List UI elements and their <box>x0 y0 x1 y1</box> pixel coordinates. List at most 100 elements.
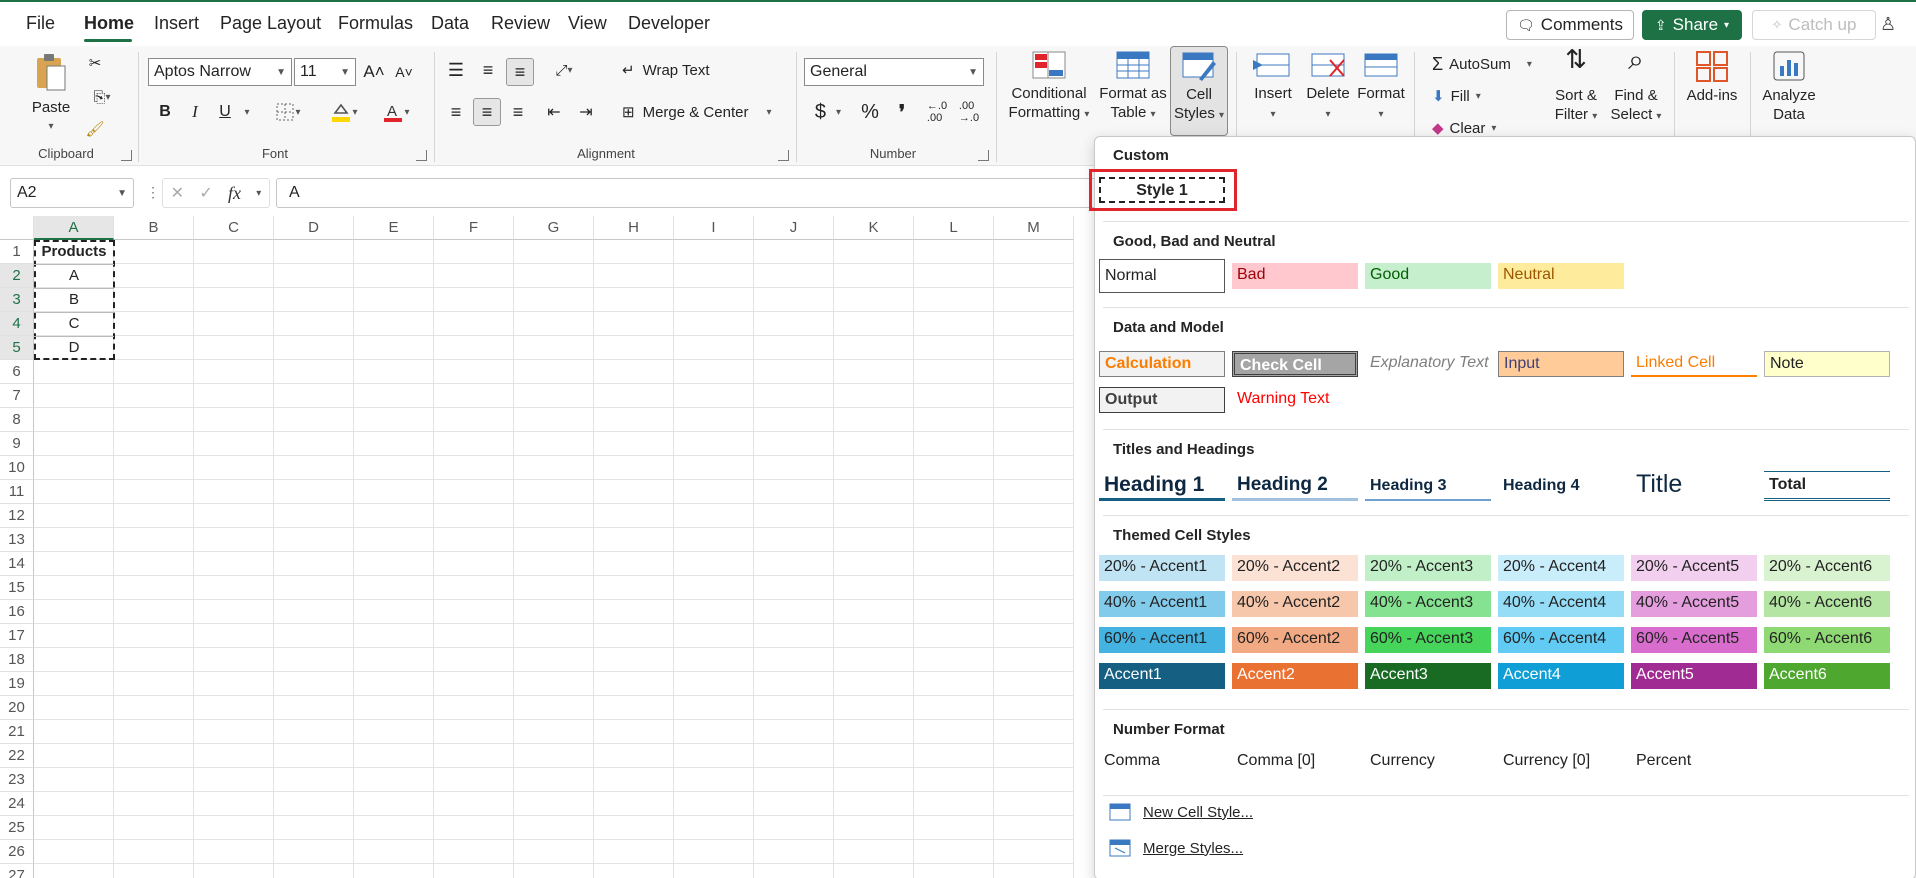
good-style-swatch[interactable]: Good <box>1365 263 1491 289</box>
decrease-font-size-icon[interactable]: A˅ <box>392 58 416 86</box>
catch-up-button[interactable]: ✧ Catch up <box>1752 10 1876 40</box>
insert-cells-button[interactable]: Insert ▾ <box>1248 50 1298 124</box>
tab-file[interactable]: File <box>26 13 55 34</box>
row-header[interactable]: 13 <box>0 528 34 552</box>
find-select-button[interactable]: ⌕ Find & Select ▾ <box>1606 46 1666 126</box>
font-name-combo[interactable]: Aptos Narrow ▼ <box>148 58 292 86</box>
user-icon[interactable]: ♙ <box>1880 14 1896 35</box>
column-header[interactable]: L <box>914 216 994 240</box>
row-header[interactable]: 1 <box>0 240 34 264</box>
percent-style-button[interactable]: % <box>858 98 882 126</box>
themed-style-swatch[interactable]: Accent3 <box>1365 663 1491 689</box>
column-header[interactable]: G <box>514 216 594 240</box>
font-launcher-icon[interactable] <box>416 150 427 161</box>
name-box[interactable]: A2 ▼ <box>10 178 134 208</box>
column-header[interactable]: J <box>754 216 834 240</box>
warning-text-style-swatch[interactable]: Warning Text <box>1232 387 1358 413</box>
themed-style-swatch[interactable]: 20% - Accent4 <box>1498 555 1624 581</box>
row-header[interactable]: 12 <box>0 504 34 528</box>
row-header[interactable]: 18 <box>0 648 34 672</box>
note-style-swatch[interactable]: Note <box>1764 351 1890 377</box>
increase-indent-icon[interactable]: ⇥ <box>574 98 598 126</box>
cell-styles-button[interactable]: Cell Styles ▾ <box>1170 46 1228 136</box>
comma-style-swatch[interactable]: Comma <box>1099 749 1225 775</box>
tab-formulas[interactable]: Formulas <box>338 13 413 34</box>
format-cells-button[interactable]: Format ▾ <box>1356 50 1406 124</box>
tab-insert[interactable]: Insert <box>154 13 199 34</box>
column-header[interactable]: M <box>994 216 1074 240</box>
increase-font-size-icon[interactable]: A˄ <box>362 58 386 86</box>
chevron-down-icon[interactable]: ▾ <box>256 188 261 199</box>
tab-data[interactable]: Data <box>431 13 469 34</box>
merge-styles-menu-item[interactable]: Merge Styles... <box>1109 839 1243 857</box>
currency-style-swatch[interactable]: Currency <box>1365 749 1491 775</box>
row-header[interactable]: 4 <box>0 312 34 336</box>
middle-align-icon[interactable]: ≡ <box>476 58 500 82</box>
themed-style-swatch[interactable]: 20% - Accent6 <box>1764 555 1890 581</box>
row-header[interactable]: 23 <box>0 768 34 792</box>
explanatory-text-style-swatch[interactable]: Explanatory Text <box>1365 351 1491 377</box>
font-size-combo[interactable]: 11 ▼ <box>294 58 356 86</box>
accounting-format-button[interactable]: $ ▾ <box>808 98 848 126</box>
column-header[interactable]: I <box>674 216 754 240</box>
tab-review[interactable]: Review <box>491 13 550 34</box>
column-header[interactable]: D <box>274 216 354 240</box>
themed-style-swatch[interactable]: 60% - Accent2 <box>1232 627 1358 653</box>
align-left-icon[interactable]: ≡ <box>444 98 468 126</box>
themed-style-swatch[interactable]: 20% - Accent2 <box>1232 555 1358 581</box>
title-style-swatch[interactable]: Title <box>1631 471 1757 501</box>
fill-color-icon[interactable]: ▾ <box>322 98 366 126</box>
heading-3-swatch[interactable]: Heading 3 <box>1365 471 1491 501</box>
row-header[interactable]: 22 <box>0 744 34 768</box>
tab-view[interactable]: View <box>568 13 607 34</box>
tab-page-layout[interactable]: Page Layout <box>220 13 321 34</box>
column-header[interactable]: C <box>194 216 274 240</box>
borders-icon[interactable]: ▾ <box>268 98 308 126</box>
bold-button[interactable]: B <box>154 98 176 126</box>
themed-style-swatch[interactable]: 40% - Accent5 <box>1631 591 1757 617</box>
tab-developer[interactable]: Developer <box>628 13 710 34</box>
themed-style-swatch[interactable]: 60% - Accent3 <box>1365 627 1491 653</box>
row-header[interactable]: 3 <box>0 288 34 312</box>
neutral-style-swatch[interactable]: Neutral <box>1498 263 1624 289</box>
comments-button[interactable]: 🗨 Comments <box>1506 10 1634 40</box>
orientation-icon[interactable]: ⤢ ▾ <box>544 58 584 82</box>
alignment-launcher-icon[interactable] <box>778 150 789 161</box>
clipboard-launcher-icon[interactable] <box>121 150 132 161</box>
decrease-indent-icon[interactable]: ⇤ <box>542 98 566 126</box>
increase-decimal-icon[interactable]: ←.0.00 <box>924 98 950 126</box>
heading-2-swatch[interactable]: Heading 2 <box>1232 471 1358 501</box>
format-as-table-button[interactable]: Format as Table ▾ <box>1096 50 1170 124</box>
output-style-swatch[interactable]: Output <box>1099 387 1225 413</box>
autosum-button[interactable]: Σ AutoSum ▾ <box>1432 52 1532 76</box>
themed-style-swatch[interactable]: 40% - Accent4 <box>1498 591 1624 617</box>
themed-style-swatch[interactable]: 40% - Accent2 <box>1232 591 1358 617</box>
row-header[interactable]: 20 <box>0 696 34 720</box>
themed-style-swatch[interactable]: 60% - Accent5 <box>1631 627 1757 653</box>
themed-style-swatch[interactable]: 40% - Accent6 <box>1764 591 1890 617</box>
row-header[interactable]: 7 <box>0 384 34 408</box>
style-1-swatch[interactable]: Style 1 <box>1099 177 1225 203</box>
themed-style-swatch[interactable]: Accent1 <box>1099 663 1225 689</box>
total-style-swatch[interactable]: Total <box>1764 471 1890 501</box>
themed-style-swatch[interactable]: 60% - Accent1 <box>1099 627 1225 653</box>
analyze-data-button[interactable]: Analyze Data <box>1756 50 1822 124</box>
heading-4-swatch[interactable]: Heading 4 <box>1498 471 1624 501</box>
themed-style-swatch[interactable]: Accent6 <box>1764 663 1890 689</box>
row-header[interactable]: 16 <box>0 600 34 624</box>
more-options-icon[interactable]: ⋮ <box>146 184 160 201</box>
align-right-icon[interactable]: ≡ <box>506 98 530 126</box>
themed-style-swatch[interactable]: 60% - Accent4 <box>1498 627 1624 653</box>
select-all-corner[interactable] <box>0 216 34 240</box>
new-cell-style-menu-item[interactable]: New Cell Style... <box>1109 803 1253 821</box>
column-header[interactable]: B <box>114 216 194 240</box>
tab-home[interactable]: Home <box>84 13 134 34</box>
themed-style-swatch[interactable]: Accent4 <box>1498 663 1624 689</box>
row-header[interactable]: 17 <box>0 624 34 648</box>
currency-0-style-swatch[interactable]: Currency [0] <box>1498 749 1624 775</box>
delete-cells-button[interactable]: Delete ▾ <box>1302 50 1354 124</box>
heading-1-swatch[interactable]: Heading 1 <box>1099 471 1225 501</box>
row-header[interactable]: 26 <box>0 840 34 864</box>
underline-button[interactable]: U <box>214 98 236 126</box>
row-header[interactable]: 25 <box>0 816 34 840</box>
